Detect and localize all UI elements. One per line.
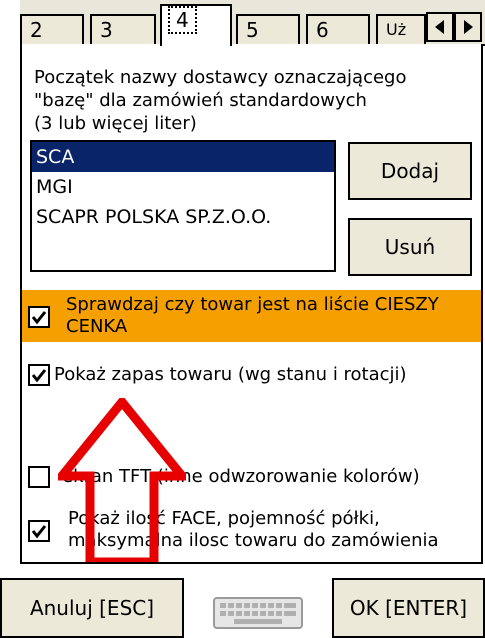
- description-line: (3 lub więcej liter): [34, 113, 197, 134]
- triangle-left-icon: [435, 20, 444, 34]
- option-show-stock: Pokaż zapas towaru (wg stanu i rotacji): [22, 360, 481, 390]
- ok-button[interactable]: OK [ENTER]: [332, 578, 485, 638]
- tab-scroll-right-button[interactable]: [454, 12, 482, 42]
- tab-label: 4: [168, 6, 197, 34]
- description-line: "bazę" dla zamówień standardowych: [34, 90, 367, 111]
- option-label: Sprawdzaj czy towar jest na liście CIESZ…: [66, 294, 439, 338]
- supplier-list-item[interactable]: MGI: [32, 172, 334, 202]
- tab-label: 5: [246, 18, 259, 42]
- check-price-list-checkbox[interactable]: [28, 306, 50, 328]
- supplier-list[interactable]: SCA MGI SCAPR POLSKA SP.Z.O.O.: [30, 140, 336, 272]
- add-button[interactable]: Dodaj: [348, 142, 472, 200]
- supplier-list-item[interactable]: SCAPR POLSKA SP.Z.O.O.: [32, 202, 334, 232]
- triangle-right-icon: [464, 20, 473, 34]
- annotation-arrow-icon: [58, 398, 186, 562]
- checkmark-icon: [31, 311, 47, 325]
- tab-label: 2: [30, 18, 43, 42]
- tab-6[interactable]: 6: [306, 14, 370, 44]
- tab-label: 6: [316, 18, 329, 42]
- tab-4[interactable]: 4: [160, 4, 232, 46]
- option-label-line: Sprawdzaj czy towar jest na liście CIESZ…: [66, 294, 439, 315]
- option-check-price-list: Sprawdzaj czy towar jest na liście CIESZ…: [22, 290, 481, 342]
- checkmark-icon: [31, 369, 47, 383]
- tab-3[interactable]: 3: [90, 14, 156, 44]
- option-label: Pokaż zapas towaru (wg stanu i rotacji): [54, 364, 407, 385]
- keyboard-icon[interactable]: [212, 596, 304, 630]
- tab-label: Uż: [386, 20, 407, 39]
- tft-screen-checkbox[interactable]: [28, 466, 50, 488]
- tab-label: 3: [100, 18, 113, 42]
- option-label-line: CENKA: [66, 316, 128, 337]
- tab-2[interactable]: 2: [20, 14, 84, 44]
- tab-scroll-left-button[interactable]: [426, 12, 454, 42]
- show-stock-checkbox[interactable]: [28, 364, 50, 386]
- show-face-checkbox[interactable]: [28, 520, 50, 542]
- checkmark-icon: [31, 525, 47, 539]
- tab-5[interactable]: 5: [236, 14, 300, 44]
- description-line: Początek nazwy dostawcy oznaczającego: [34, 67, 407, 88]
- supplier-prefix-description: Początek nazwy dostawcy oznaczającego "b…: [34, 66, 464, 135]
- tab-page-4: Początek nazwy dostawcy oznaczającego "b…: [20, 44, 483, 564]
- tab-user[interactable]: Uż: [376, 14, 426, 44]
- supplier-list-item[interactable]: SCA: [32, 142, 334, 172]
- cancel-button[interactable]: Anuluj [ESC]: [0, 578, 184, 638]
- remove-button[interactable]: Usuń: [348, 218, 472, 276]
